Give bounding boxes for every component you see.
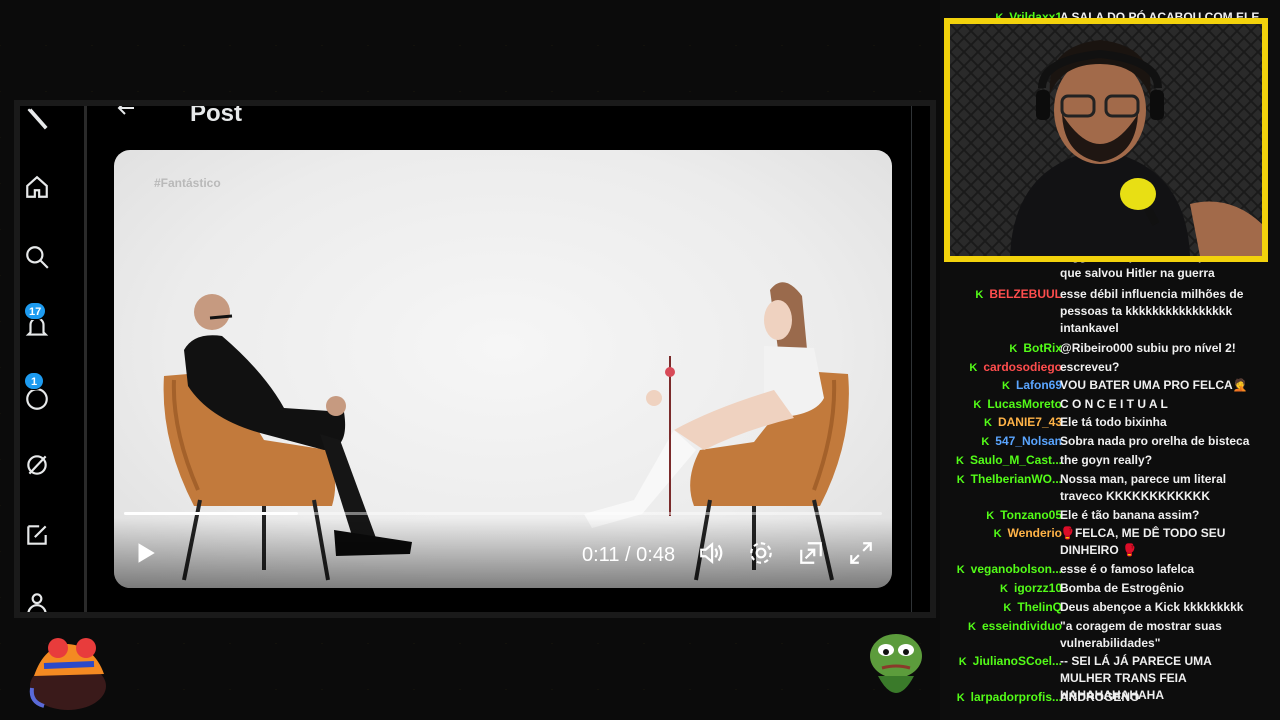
chat-username[interactable]: cardosodiego [983,360,1062,374]
chat-text: escreveu? [1060,360,1120,374]
webcam-feed-illustration [950,24,1262,256]
chat-username[interactable]: BELZEBUUL [989,287,1062,301]
kick-badge-icon: K [956,692,965,704]
chat-meta: Kveganobolson... [957,561,1062,579]
chat-meta: K TheIberianWO... [957,471,1062,489]
volume-icon[interactable] [698,540,724,571]
duration: 0:48 [636,544,676,566]
kick-badge-icon: K [956,564,965,576]
nav-divider [84,106,87,612]
kick-badge-icon: K [1009,343,1018,355]
picture-in-picture-icon[interactable] [798,540,824,571]
profile-icon[interactable] [24,590,50,612]
pepe-frog-icon [870,634,922,693]
kick-badge-icon: K [956,455,964,467]
chat-text: Bomba de Estrogênio [1060,581,1185,595]
chat-text: Nossa man, parece um literal traveco KKK… [1060,472,1227,503]
video-time: 0:11 / 0:48 [582,544,675,567]
kick-badge-icon: K [984,417,992,429]
chat-text: 🥊FELCA, ME DÊ TODO SEU DINHEIRO 🥊 [1060,526,1226,557]
chat-text: Sobra nada pro orelha de bisteca [1060,434,1250,448]
chat-username[interactable]: BotRix [1023,341,1062,355]
notifications-badge: 17 [24,302,47,320]
chat-text: Ele é tão banana assim? [1060,508,1200,522]
x-sidebar-nav: 17 1 [20,106,82,612]
chat-meta: K JiulianoSCoel... [959,653,1062,671]
time-separator: / [625,544,631,566]
chat-text: esse é o famoso lafelca [1060,562,1195,576]
chat-text: "a coragem de mostrar suas vulnerabilida… [1060,619,1222,650]
chat-username[interactable]: veganobolson... [971,562,1062,576]
video-progress-fill [124,512,299,515]
chat-username[interactable]: TheIinQ [1017,600,1062,614]
play-icon[interactable] [132,540,158,571]
messages-badge: 1 [24,372,44,390]
chat-text: C O N C E I T U A L [1060,397,1168,411]
chat-username[interactable]: Tonzano05 [1000,508,1062,522]
page-title: Post [190,100,243,127]
video-player[interactable]: #Fantástico 0:11 / 0:48 [114,150,892,588]
chat-text: VOU BATER UMA PRO FELCA🤦 [1060,378,1248,392]
kick-badge-icon: K [973,399,982,411]
video-progress-bar[interactable] [124,512,882,515]
chat-text: Deus abençoe a Kick kkkkkkkkk [1060,600,1244,614]
kick-badge-icon: K [1000,583,1008,595]
compose-icon[interactable] [24,522,50,548]
browser-capture: 17 1 Post #Fantástico 0:11 / 0:48 [14,100,936,618]
kick-badge-icon: K [958,656,967,668]
chat-username[interactable]: Lafon69 [1016,378,1062,392]
kick-badge-icon: K [986,510,995,522]
video-controls: 0:11 / 0:48 [114,518,892,588]
chat-text: @Ribeiro000 subiu pro nível 2! [1060,341,1236,355]
chat-username[interactable]: TheIberianWO... [971,472,1062,486]
back-arrow-icon[interactable] [114,106,138,120]
messages-icon[interactable] [24,386,50,412]
chat-meta: K TheIinQ [1003,599,1062,617]
chat-meta: K LucasMoreto [973,396,1062,414]
chat-meta: Kesseindividuo [968,618,1062,636]
kick-badge-icon: K [969,362,978,374]
chat-username[interactable]: LucasMoreto [987,397,1062,411]
grok-icon[interactable] [24,452,50,478]
current-time: 0:11 [582,544,620,566]
chat-meta: K Lafon69 [1002,377,1062,395]
chat-username[interactable]: Wenderio [1008,526,1062,540]
chat-text: ANDROGENO [1060,690,1140,704]
post-column: Post #Fantástico 0:11 / 0:48 [88,106,912,612]
chat-text: the goyn really? [1060,453,1153,467]
x-logo-icon[interactable] [24,106,50,132]
kick-badge-icon: K [981,436,990,448]
chat-username[interactable]: Saulo_M_Cast... [970,453,1062,467]
chat-meta: K 547_Nolsan [981,433,1062,451]
chat-meta: K DANIE7_43 [984,414,1062,432]
chat-meta: Klarpadorprofis... [957,689,1062,707]
chat-meta: Kigorzz10 [1000,580,1062,598]
chat-username[interactable]: DANIE7_43 [998,415,1062,429]
chat-meta: K Wenderio [994,525,1062,543]
settings-gear-icon[interactable] [748,540,774,571]
kick-badge-icon: K [1002,380,1010,392]
chat-meta: K BotRix [1009,340,1062,358]
chat-meta: K Tonzano05 [986,507,1062,525]
chat-username[interactable]: igorzz10 [1014,581,1062,595]
chat-username[interactable]: JiulianoSCoel... [973,654,1062,668]
chat-meta: K BELZEBUUL [975,286,1062,304]
chat-username[interactable]: esseindividuo [982,619,1062,633]
search-icon[interactable] [24,244,50,270]
chat-username[interactable]: larpadorprofis... [971,690,1062,704]
chat-meta: K Saulo_M_Cast... [956,452,1062,470]
webcam-frame [944,18,1268,262]
chat-meta: Kcardosodiego [969,359,1062,377]
chat-username[interactable]: 547_Nolsan [995,434,1062,448]
kick-badge-icon: K [968,621,976,633]
kick-badge-icon: K [993,528,1002,540]
kick-badge-icon: K [956,474,965,486]
kick-badge-icon: K [1003,602,1012,614]
mascot-left-icon [29,638,106,710]
chat-text: Ele tá todo bixinha [1060,415,1167,429]
kick-badge-icon: K [975,289,984,301]
home-icon[interactable] [24,174,50,200]
fullscreen-icon[interactable] [848,540,874,571]
chat-text: esse débil influencia milhões de pessoas… [1060,287,1244,335]
